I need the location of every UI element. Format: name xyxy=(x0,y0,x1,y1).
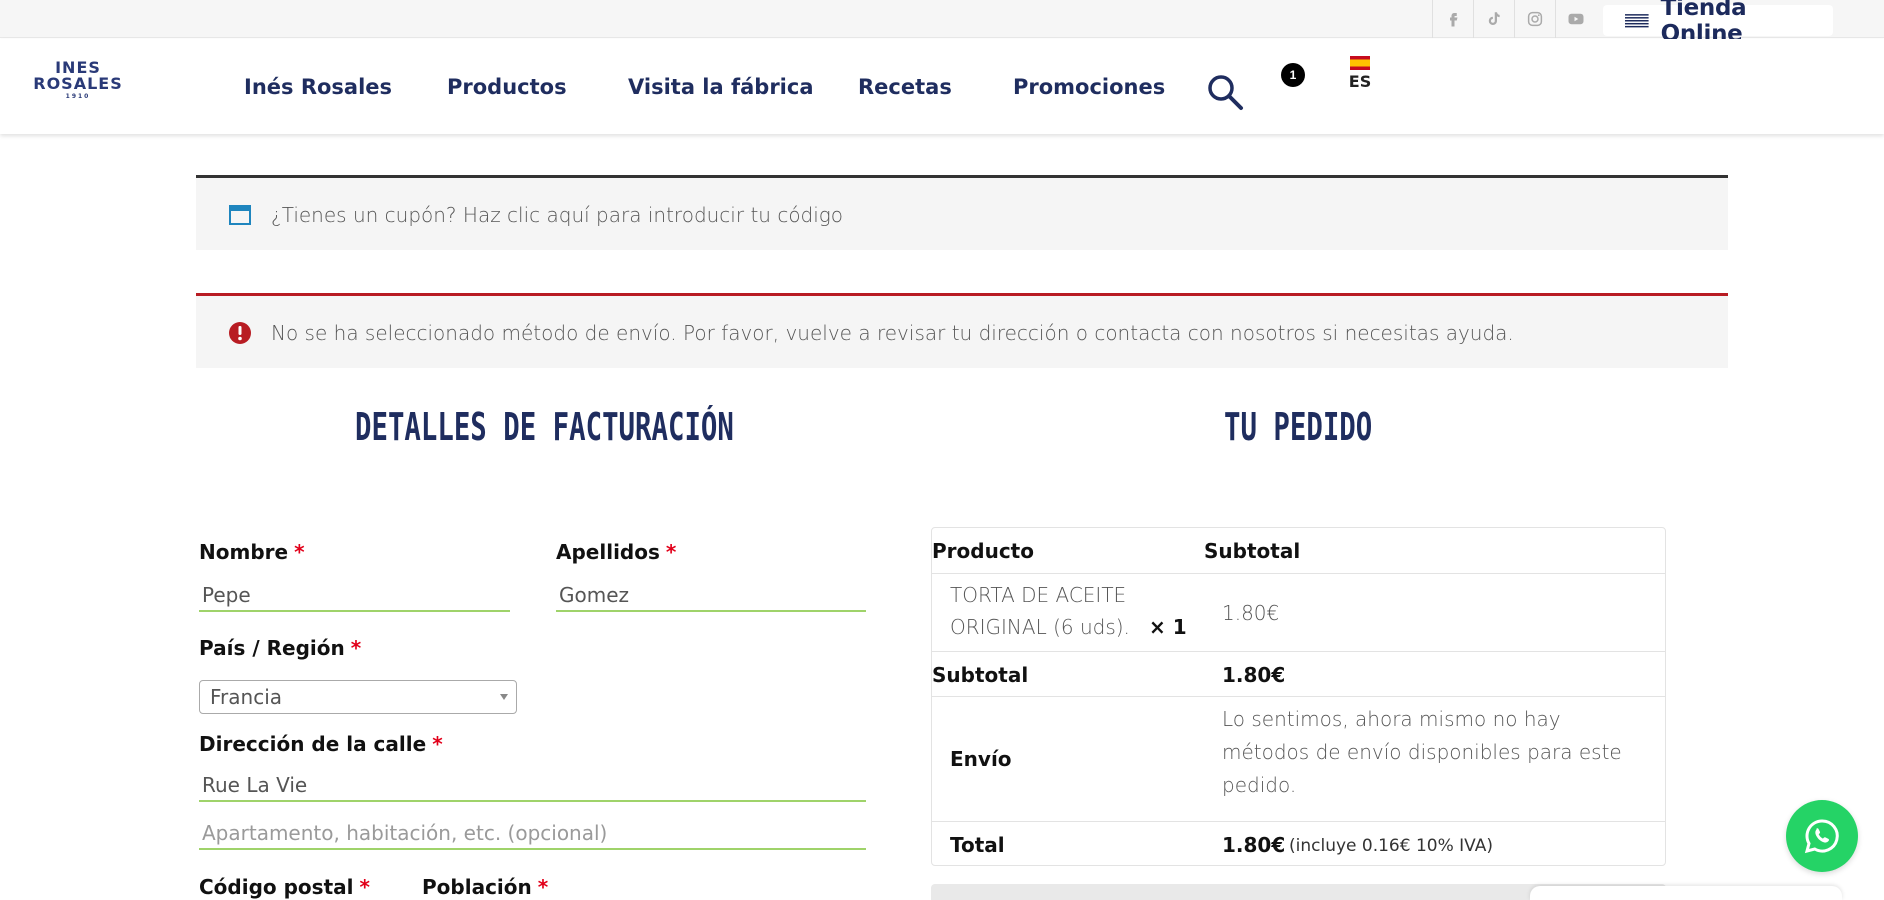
top-bar: Tienda Online xyxy=(0,0,1884,47)
nav-item-productos[interactable]: Productos xyxy=(447,75,567,99)
cart-count-badge[interactable]: 1 xyxy=(1281,63,1305,87)
shipping-message-line1: Lo sentimos, ahora mismo no hay xyxy=(1222,707,1561,731)
shipping-message-line2: métodos de envío disponibles para este xyxy=(1222,740,1622,764)
item-quantity: × 1 xyxy=(1149,615,1187,639)
error-notice: No se ha seleccionado método de envío. P… xyxy=(196,293,1728,368)
first-name-field[interactable]: Pepe xyxy=(199,578,510,612)
country-select-value: Francia xyxy=(210,685,283,709)
tiktok-link[interactable] xyxy=(1473,0,1514,38)
col-subtotal: Subtotal xyxy=(1204,539,1301,563)
postcode-label: Código postal * xyxy=(199,875,370,899)
coupon-link-text[interactable]: ¿Tienes un cupón? Haz clic aquí para int… xyxy=(271,203,843,227)
required-mark: * xyxy=(665,540,677,564)
instagram-icon xyxy=(1527,11,1543,27)
total-row: Total 1.80€ (incluye 0.16€ 10% IVA) xyxy=(932,822,1665,866)
nav-item-recetas[interactable]: Recetas xyxy=(858,75,952,99)
site-logo[interactable]: INES ROSALES 1910 xyxy=(30,60,126,104)
required-mark: * xyxy=(537,875,549,899)
nav-item-promociones[interactable]: Promociones xyxy=(1013,75,1165,99)
coupon-notice[interactable]: ¿Tienes un cupón? Haz clic aquí para int… xyxy=(196,175,1728,250)
country-select[interactable]: Francia xyxy=(199,680,517,714)
logo-line2: ROSALES xyxy=(33,74,123,93)
facebook-link[interactable] xyxy=(1432,0,1473,38)
order-title: TU PEDIDO xyxy=(1224,405,1373,449)
total-value: 1.80€ xyxy=(1222,833,1286,857)
window-icon xyxy=(229,205,251,225)
item-price: 1.80€ xyxy=(1222,601,1280,625)
city-label: Población * xyxy=(422,875,548,899)
col-product: Producto xyxy=(932,539,1034,563)
last-name-label: Apellidos * xyxy=(556,540,676,564)
youtube-icon xyxy=(1568,13,1584,25)
required-mark: * xyxy=(359,875,370,899)
first-name-label-text: Nombre xyxy=(199,540,289,564)
last-name-field[interactable]: Gomez xyxy=(556,578,866,612)
spain-flag-icon xyxy=(1350,56,1370,70)
logo-line3: 1910 xyxy=(65,93,91,100)
site-header: INES ROSALES 1910 Inés Rosales Productos… xyxy=(0,39,1884,134)
postcode-label-text: Código postal xyxy=(199,875,354,899)
street-field[interactable]: Rue La Vie xyxy=(199,768,866,802)
nav-item-ines-rosales[interactable]: Inés Rosales xyxy=(244,75,392,99)
street2-field[interactable]: Apartamento, habitación, etc. (opcional) xyxy=(199,816,866,850)
required-mark: * xyxy=(432,732,443,756)
subtotal-value: 1.80€ xyxy=(1222,663,1286,687)
subtotal-label: Subtotal xyxy=(932,663,1029,687)
required-mark: * xyxy=(294,540,305,564)
street-label: Dirección de la calle * xyxy=(199,732,443,756)
city-label-text: Población xyxy=(422,875,532,899)
instagram-link[interactable] xyxy=(1514,0,1555,38)
shipping-row: Envío Lo sentimos, ahora mismo no hay mé… xyxy=(932,697,1665,822)
total-label: Total xyxy=(950,833,1005,857)
menu-lines-icon xyxy=(1625,13,1649,27)
language-switcher[interactable]: ES xyxy=(1348,56,1372,91)
social-links xyxy=(1432,0,1596,38)
total-tax-note: (incluye 0.16€ 10% IVA) xyxy=(1289,836,1493,856)
last-name-label-text: Apellidos xyxy=(556,540,660,564)
first-name-label: Nombre * xyxy=(199,540,305,564)
store-button[interactable]: Tienda Online xyxy=(1603,0,1833,47)
facebook-icon xyxy=(1450,13,1458,27)
item-name-line2: ORIGINAL (6 uds). xyxy=(950,615,1130,639)
chevron-down-icon xyxy=(500,694,508,700)
shipping-label: Envío xyxy=(950,747,1012,771)
country-label-text: País / Región xyxy=(199,636,345,660)
language-label: ES xyxy=(1348,72,1372,91)
youtube-link[interactable] xyxy=(1555,0,1596,38)
billing-title: DETALLES DE FACTURACIÓN xyxy=(355,405,734,449)
error-message: No se ha seleccionado método de envío. P… xyxy=(271,321,1514,345)
table-row: TORTA DE ACEITE ORIGINAL (6 uds). × 1 1.… xyxy=(932,574,1665,652)
tiktok-icon xyxy=(1488,12,1500,25)
table-header-row: Producto Subtotal xyxy=(932,528,1665,574)
whatsapp-icon xyxy=(1804,819,1839,854)
whatsapp-button[interactable] xyxy=(1786,800,1858,872)
chat-widget-edge xyxy=(1530,886,1842,900)
shipping-message-line3: pedido. xyxy=(1222,773,1297,797)
order-summary-table: Producto Subtotal TORTA DE ACEITE ORIGIN… xyxy=(931,527,1666,866)
nav-item-visita-fabrica[interactable]: Visita la fábrica xyxy=(628,75,814,99)
item-name-line1: TORTA DE ACEITE xyxy=(950,583,1127,607)
required-mark: * xyxy=(350,636,362,660)
street-label-text: Dirección de la calle xyxy=(199,732,427,756)
search-icon[interactable] xyxy=(1205,72,1245,112)
subtotal-row: Subtotal 1.80€ xyxy=(932,652,1665,697)
country-label: País / Región * xyxy=(199,636,361,660)
error-icon xyxy=(229,322,251,344)
